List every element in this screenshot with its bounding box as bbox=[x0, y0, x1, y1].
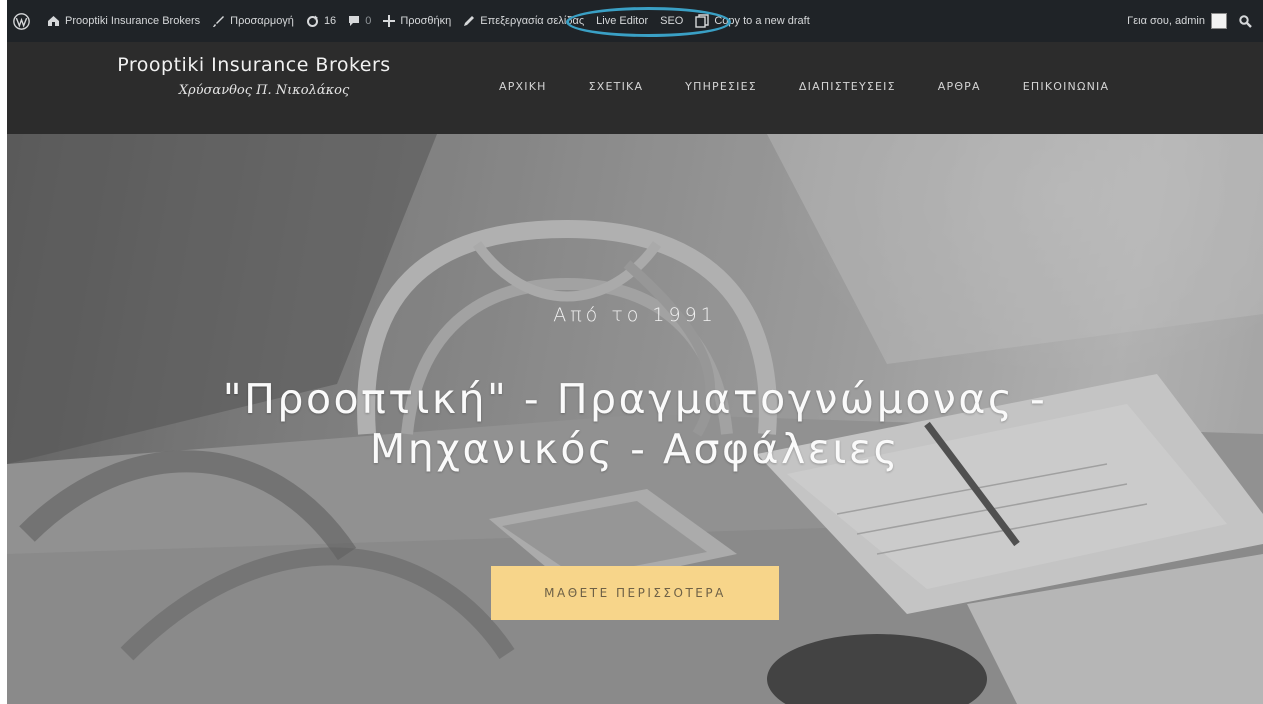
comments-count: 0 bbox=[365, 15, 372, 27]
site-title[interactable]: Prooptiki Insurance Brokers bbox=[79, 54, 429, 76]
greeting-label: Γεια σου, admin bbox=[1127, 15, 1205, 27]
wp-logo-menu[interactable] bbox=[7, 0, 41, 42]
pencil-icon bbox=[463, 15, 475, 27]
site-header: Prooptiki Insurance Brokers Χρύσανθος Π.… bbox=[7, 42, 1263, 134]
refresh-icon bbox=[306, 15, 319, 28]
avatar bbox=[1211, 13, 1227, 29]
plus-icon bbox=[383, 15, 396, 27]
hero-section: Από το 1991 "Προοπτική" - Πραγματογνώμον… bbox=[7, 134, 1263, 704]
customize-menu[interactable]: Προσαρμογή bbox=[206, 0, 300, 42]
my-account-menu[interactable]: Γεια σου, admin bbox=[1121, 0, 1233, 42]
adminbar-search[interactable] bbox=[1233, 0, 1263, 42]
nav-item-home[interactable]: ΑΡΧΙΚΗ bbox=[499, 80, 547, 93]
updates-count: 16 bbox=[323, 15, 337, 27]
copy-icon bbox=[695, 14, 710, 28]
site-subtitle: Χρύσανθος Π. Νικολάκος bbox=[178, 83, 350, 98]
browser-frame: Prooptiki Insurance Brokers Προσαρμογή 1… bbox=[7, 0, 1263, 704]
updates-menu[interactable]: 16 bbox=[300, 0, 342, 42]
wp-admin-bar: Prooptiki Insurance Brokers Προσαρμογή 1… bbox=[7, 0, 1263, 42]
nav-item-articles[interactable]: ΑΡΘΡΑ bbox=[938, 80, 981, 93]
customize-label: Προσαρμογή bbox=[230, 15, 294, 27]
edit-page-link[interactable]: Επεξεργασία σελίδας bbox=[457, 0, 590, 42]
hero-eyebrow: Από το 1991 bbox=[553, 304, 717, 326]
learn-more-button[interactable]: ΜΑΘΕΤΕ ΠΕΡΙΣΣΟΤΕΡΑ bbox=[491, 566, 779, 620]
new-content-label: Προσθήκη bbox=[400, 15, 452, 27]
live-editor-label: Live Editor bbox=[596, 15, 649, 27]
nav-item-about[interactable]: ΣΧΕΤΙΚΑ bbox=[589, 80, 644, 93]
live-editor-link[interactable]: Live Editor bbox=[590, 0, 654, 42]
site-branding[interactable]: Prooptiki Insurance Brokers Χρύσανθος Π.… bbox=[79, 54, 429, 98]
comment-icon bbox=[348, 15, 360, 27]
site-name-menu[interactable]: Prooptiki Insurance Brokers bbox=[41, 0, 206, 42]
copy-draft-link[interactable]: Copy to a new draft bbox=[689, 0, 815, 42]
nav-item-services[interactable]: ΥΠΗΡΕΣΙΕΣ bbox=[685, 80, 757, 93]
seo-label: SEO bbox=[660, 15, 684, 27]
copy-draft-label: Copy to a new draft bbox=[714, 15, 810, 27]
hero-title: "Προοπτική" - Πραγματογνώμονας - Μηχανικ… bbox=[222, 375, 1048, 473]
comments-menu[interactable]: 0 bbox=[342, 0, 377, 42]
dashboard-icon bbox=[47, 15, 60, 27]
site-name-label: Prooptiki Insurance Brokers bbox=[65, 15, 201, 27]
nav-item-accreditations[interactable]: ΔΙΑΠΙΣΤΕΥΣΕΙΣ bbox=[799, 80, 896, 93]
brush-icon bbox=[212, 15, 225, 28]
nav-item-contact[interactable]: ΕΠΙΚΟΙΝΩΝΙΑ bbox=[1023, 80, 1109, 93]
new-content-menu[interactable]: Προσθήκη bbox=[377, 0, 457, 42]
wordpress-logo-icon bbox=[13, 12, 30, 30]
adminbar-secondary: Γεια σου, admin bbox=[1121, 0, 1263, 42]
main-navigation: ΑΡΧΙΚΗ ΣΧΕΤΙΚΑ ΥΠΗΡΕΣΙΕΣ ΔΙΑΠΙΣΤΕΥΣΕΙΣ Α… bbox=[499, 80, 1151, 93]
search-icon bbox=[1239, 14, 1252, 28]
edit-page-label: Επεξεργασία σελίδας bbox=[480, 15, 585, 27]
seo-menu[interactable]: SEO bbox=[654, 0, 689, 42]
